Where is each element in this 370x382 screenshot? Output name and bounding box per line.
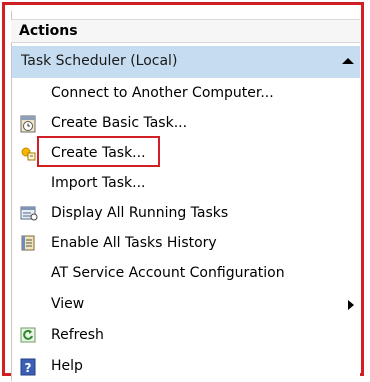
action-label: Create Basic Task...	[51, 115, 188, 131]
task-sun-icon	[20, 145, 36, 161]
action-at-service-account-configuration[interactable]: AT Service Account Configuration	[12, 259, 360, 289]
actions-header: Actions	[11, 19, 360, 43]
create-task-highlight-box	[37, 136, 160, 167]
collapse-up-icon[interactable]	[342, 58, 354, 64]
action-display-running-tasks[interactable]: Display All Running Tasks	[12, 199, 360, 229]
submenu-arrow-icon	[348, 300, 354, 310]
svg-text:?: ?	[25, 361, 32, 375]
action-create-basic-task[interactable]: Create Basic Task...	[12, 109, 360, 139]
action-help[interactable]: ? Help	[12, 352, 360, 382]
action-label: Connect to Another Computer...	[51, 85, 274, 101]
action-label: Display All Running Tasks	[51, 205, 229, 221]
group-label: Task Scheduler (Local)	[21, 53, 178, 69]
calendar-clock-icon	[20, 115, 36, 133]
help-icon: ?	[20, 358, 36, 376]
refresh-icon	[20, 327, 36, 343]
task-scheduler-group[interactable]: Task Scheduler (Local)	[12, 46, 360, 78]
action-refresh[interactable]: Refresh	[12, 321, 360, 351]
action-label: AT Service Account Configuration	[51, 265, 285, 281]
action-label: Help	[51, 358, 83, 374]
action-label: Enable All Tasks History	[51, 235, 217, 251]
action-label: View	[51, 296, 85, 312]
actions-title: Actions	[19, 23, 78, 39]
action-label: Refresh	[51, 327, 104, 343]
running-tasks-icon	[20, 205, 38, 221]
action-enable-tasks-history[interactable]: Enable All Tasks History	[12, 229, 360, 259]
action-import-task[interactable]: Import Task...	[12, 169, 360, 199]
action-label: Import Task...	[51, 175, 146, 191]
history-book-icon	[20, 235, 36, 251]
action-connect-to-another-computer[interactable]: Connect to Another Computer...	[12, 79, 360, 109]
action-view[interactable]: View	[12, 290, 360, 320]
